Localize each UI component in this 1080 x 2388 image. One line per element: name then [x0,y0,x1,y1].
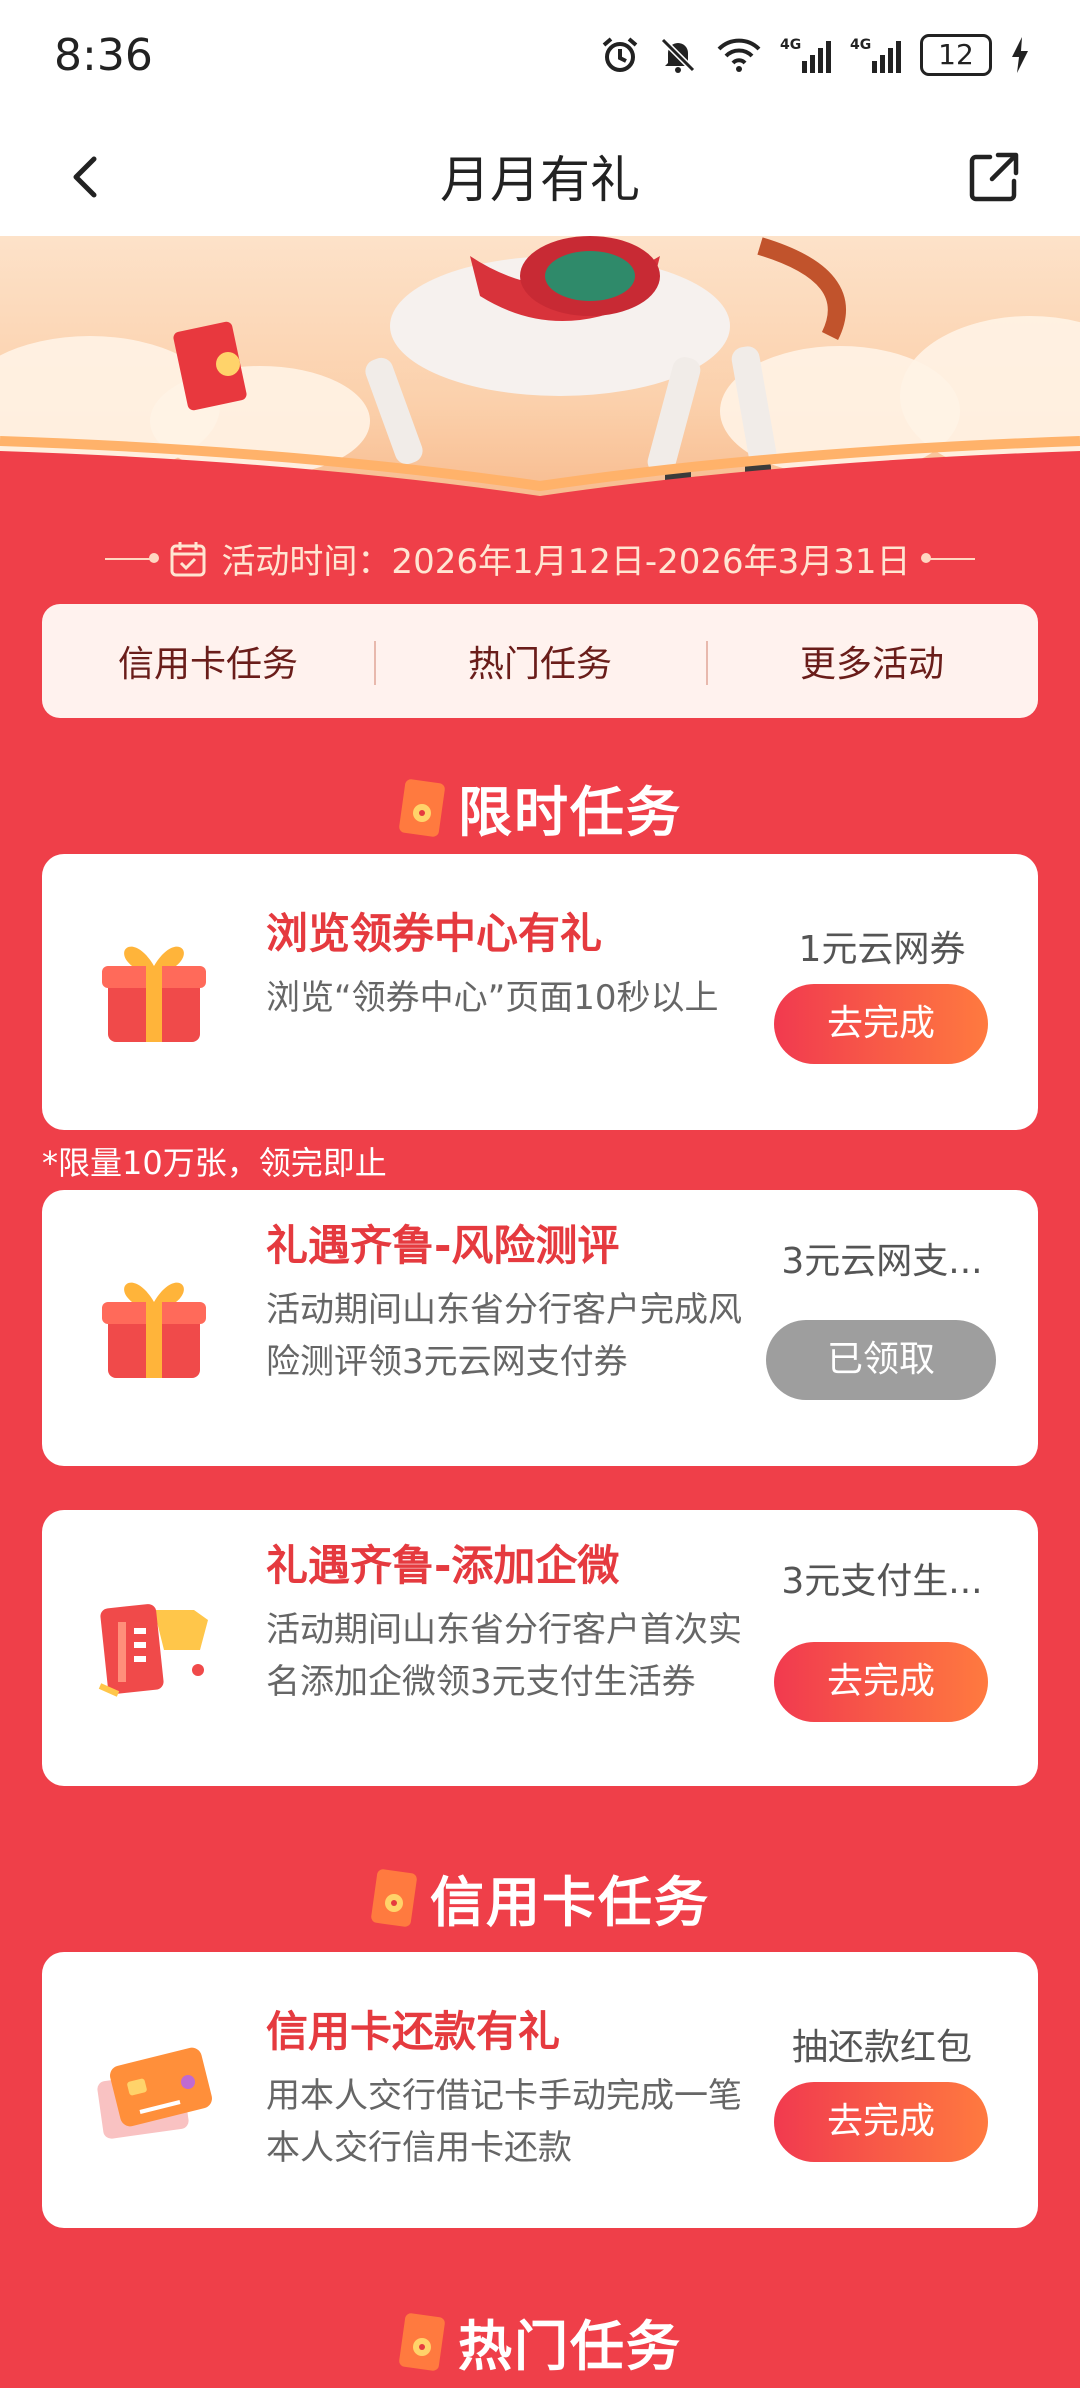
task-title: 礼遇齐鲁-添加企微 [266,1541,620,1590]
horse-illustration [0,236,1080,516]
red-envelope-icon [399,2312,445,2371]
task-reward: 1元云网券 [798,929,966,970]
battery-indicator: 12 [920,34,992,76]
charging-bolt-icon [1012,37,1028,73]
alarm-icon [602,37,638,72]
section-header-credit: 信用卡任务 [0,1858,1080,1937]
task-title: 信用卡还款有礼 [266,2007,561,2056]
svg-text:4G: 4G [780,37,801,53]
activity-period-text: 活动时间：2026年1月12日-2026年3月31日 [221,542,911,582]
section-title-credit: 信用卡任务 [430,1871,710,1934]
task-card-risk-assessment: 礼遇齐鲁-风险测评 活动期间山东省分行客户完成风险测评领3元云网支付券 3元云网… [42,1190,1038,1466]
gift-box-icon [102,1282,206,1378]
hero-banner [0,236,1080,516]
task-desc: 浏览“领券中心”页面10秒以上 [266,978,719,1018]
task-reward: 3元支付生... [781,1561,983,1602]
section-header-hot: 热门任务 [0,2302,1080,2381]
limit-note: *限量10万张，领完即止 [42,1144,387,1182]
task-card-add-wecom: 礼遇齐鲁-添加企微 活动期间山东省分行客户首次实名添加企微领3元支付生活券 3元… [42,1510,1038,1786]
task-card-credit-repayment: 信用卡还款有礼 用本人交行借记卡手动完成一笔本人交行信用卡还款 抽还款红包 去完… [42,1952,1038,2228]
red-envelope-icon [371,1868,417,1927]
task-desc: 用本人交行借记卡手动完成一笔本人交行信用卡还款 [266,2076,742,2168]
tab-credit-card-tasks[interactable]: 信用卡任务 [42,635,374,687]
task-reward: 抽还款红包 [791,2027,972,2068]
task-desc: 活动期间山东省分行客户完成风险测评领3元云网支付券 [266,1290,742,1382]
mute-bell-icon [660,37,696,73]
credit-card-icon [97,2047,212,2139]
status-bar: 8:36 4G 4G 12 [0,0,1080,118]
complete-button[interactable]: 去完成 [774,2082,988,2162]
tab-more-activities[interactable]: 更多活动 [706,635,1038,687]
title-bar: 月月有礼 [0,118,1080,236]
task-card-browse-coupon: 浏览领券中心有礼 浏览“领券中心”页面10秒以上 1元云网券 去完成 [42,854,1038,1130]
task-tabs: 信用卡任务 热门任务 更多活动 [42,604,1038,718]
coupon-ticket-icon [98,1604,208,1697]
calendar-icon [170,541,206,576]
task-title: 浏览领券中心有礼 [266,909,603,958]
divider-right [920,552,975,563]
tab-hot-tasks[interactable]: 热门任务 [374,635,706,687]
gift-box-icon [102,946,206,1042]
signal-4g-icon-2: 4G [850,37,901,73]
activity-period: 活动时间：2026年1月12日-2026年3月31日 [0,534,1080,583]
status-icons: 4G 4G 12 [600,30,1030,80]
complete-button[interactable]: 去完成 [774,1642,988,1722]
section-title-hot: 热门任务 [458,2315,682,2378]
share-button[interactable] [964,147,1024,207]
divider-left [105,552,160,563]
page-title: 月月有礼 [440,151,640,209]
task-desc: 活动期间山东省分行客户首次实名添加企微领3元支付生活券 [266,1610,742,1702]
svg-text:4G: 4G [850,37,871,53]
complete-button[interactable]: 去完成 [774,984,988,1064]
signal-4g-icon: 4G [780,37,831,73]
red-envelope-icon [399,778,445,837]
status-time: 8:36 [54,30,153,81]
section-title-limited: 限时任务 [458,781,682,844]
claimed-button[interactable]: 已领取 [766,1320,996,1400]
section-header-limited: 限时任务 [0,768,1080,847]
task-title: 礼遇齐鲁-风险测评 [266,1221,620,1270]
wifi-icon [717,38,761,72]
task-reward: 3元云网支... [781,1241,983,1282]
